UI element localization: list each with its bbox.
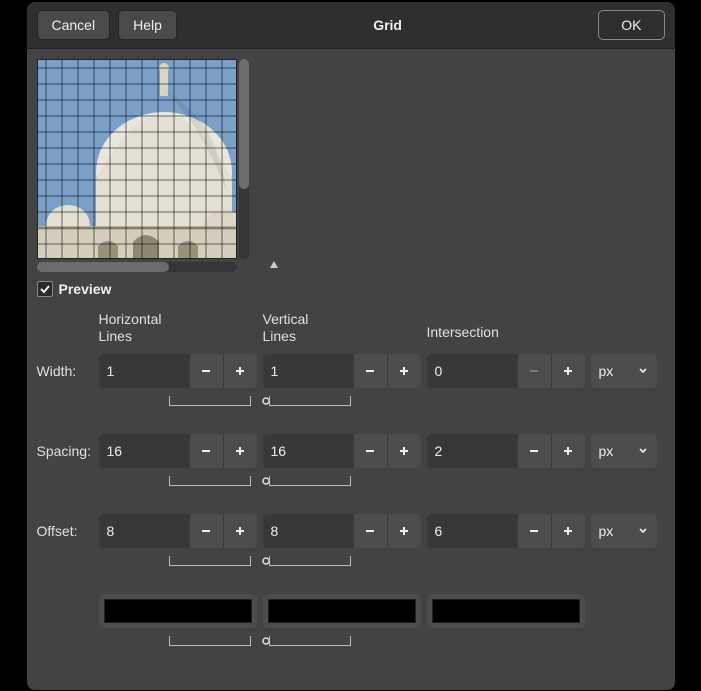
plus-icon[interactable] [387, 354, 421, 388]
width-horizontal-input[interactable] [99, 354, 189, 388]
width-vertical-spinner[interactable] [263, 354, 421, 388]
color-value [268, 599, 416, 623]
width-intersection-input[interactable] [427, 354, 517, 388]
minus-icon[interactable] [517, 434, 551, 468]
spacing-vertical-spinner[interactable] [263, 434, 421, 468]
spacing-intersection-spinner[interactable] [427, 434, 585, 468]
color-link-left [99, 632, 257, 650]
spacing-horizontal-input[interactable] [99, 434, 189, 468]
preview-vscrollbar[interactable] [239, 59, 249, 259]
ok-button[interactable]: OK [598, 10, 664, 40]
column-header-horizontal: Horizontal Lines [99, 311, 257, 350]
spacing-intersection-input[interactable] [427, 434, 517, 468]
unit-label: px [599, 363, 614, 379]
color-intersection-swatch[interactable] [427, 594, 585, 628]
offset-vertical-spinner[interactable] [263, 514, 421, 548]
help-button[interactable]: Help [118, 10, 177, 40]
dialog-title: Grid [185, 17, 590, 33]
color-horizontal-swatch[interactable] [99, 594, 257, 628]
row-label-spacing: Spacing: [37, 443, 99, 459]
dialog-content: Preview Horizontal Lines Vertical Lines … [27, 49, 675, 690]
minus-icon[interactable] [353, 354, 387, 388]
width-link-left [99, 392, 257, 410]
color-vertical-swatch[interactable] [263, 594, 421, 628]
grid-overlay [38, 60, 237, 259]
plus-icon[interactable] [551, 354, 585, 388]
grid-dialog: Cancel Help Grid OK [27, 2, 675, 690]
preview-toggle[interactable]: Preview [37, 281, 665, 297]
plus-icon[interactable] [387, 434, 421, 468]
plus-icon[interactable] [551, 514, 585, 548]
offset-link-left [99, 552, 257, 570]
chevron-down-icon [637, 443, 649, 459]
plus-icon[interactable] [223, 434, 257, 468]
offset-horizontal-spinner[interactable] [99, 514, 257, 548]
color-link-right [263, 632, 421, 650]
chevron-down-icon [637, 523, 649, 539]
preview-hscrollbar[interactable] [37, 262, 237, 272]
titlebar: Cancel Help Grid OK [27, 2, 675, 49]
offset-unit-select[interactable]: px [591, 514, 657, 548]
offset-vertical-input[interactable] [263, 514, 353, 548]
spacing-vertical-input[interactable] [263, 434, 353, 468]
plus-icon[interactable] [223, 514, 257, 548]
spacing-link-left [99, 472, 257, 490]
column-header-vertical: Vertical Lines [263, 311, 421, 350]
minus-icon[interactable] [353, 514, 387, 548]
width-intersection-spinner[interactable] [427, 354, 585, 388]
plus-icon[interactable] [223, 354, 257, 388]
spacing-unit-select[interactable]: px [591, 434, 657, 468]
preview-label: Preview [59, 281, 112, 297]
chevron-down-icon [637, 363, 649, 379]
row-label-offset: Offset: [37, 523, 99, 539]
checkbox-icon [37, 281, 53, 297]
offset-intersection-spinner[interactable] [427, 514, 585, 548]
spacing-horizontal-spinner[interactable] [99, 434, 257, 468]
minus-icon[interactable] [189, 354, 223, 388]
preview-canvas[interactable] [37, 59, 237, 259]
minus-icon[interactable] [517, 514, 551, 548]
color-value [432, 599, 580, 623]
parameters-grid: Horizontal Lines Vertical Lines Intersec… [37, 311, 665, 650]
column-header-intersection: Intersection [427, 314, 585, 346]
zoom-menu-icon[interactable] [267, 259, 281, 273]
width-vertical-input[interactable] [263, 354, 353, 388]
spacing-link-right [263, 472, 421, 490]
unit-label: px [599, 523, 614, 539]
minus-icon [517, 354, 551, 388]
width-horizontal-spinner[interactable] [99, 354, 257, 388]
cancel-button[interactable]: Cancel [37, 10, 111, 40]
minus-icon[interactable] [353, 434, 387, 468]
color-value [104, 599, 252, 623]
width-link-right [263, 392, 421, 410]
minus-icon[interactable] [189, 434, 223, 468]
width-unit-select[interactable]: px [591, 354, 657, 388]
offset-horizontal-input[interactable] [99, 514, 189, 548]
minus-icon[interactable] [189, 514, 223, 548]
offset-intersection-input[interactable] [427, 514, 517, 548]
unit-label: px [599, 443, 614, 459]
plus-icon[interactable] [387, 514, 421, 548]
row-label-width: Width: [37, 363, 99, 379]
preview-area [37, 59, 665, 259]
plus-icon[interactable] [551, 434, 585, 468]
offset-link-right [263, 552, 421, 570]
